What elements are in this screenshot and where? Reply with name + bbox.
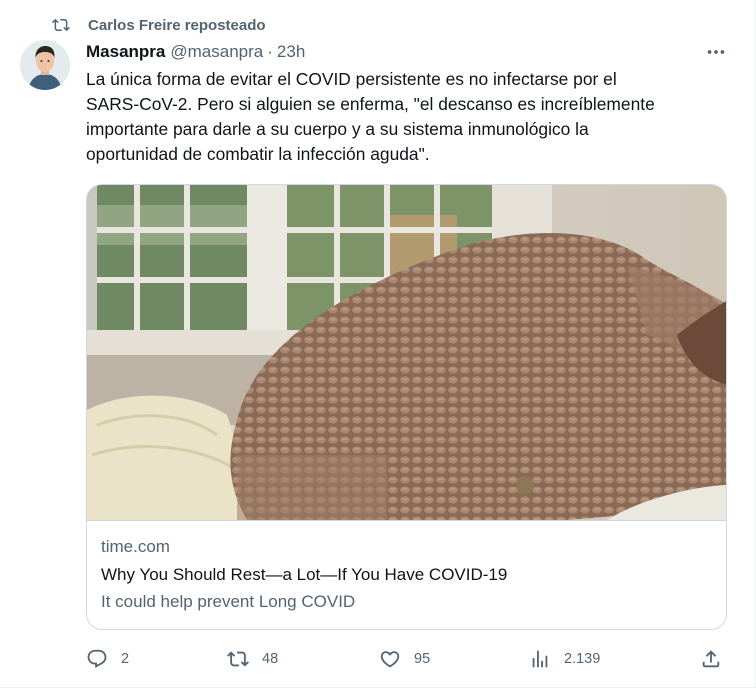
repost-label[interactable]: Carlos Freire reposteado bbox=[88, 17, 266, 34]
link-card[interactable]: time.com Why You Should Rest—a Lot—If Yo… bbox=[86, 184, 727, 630]
reply-icon bbox=[87, 649, 107, 668]
card-title[interactable]: Why You Should Rest—a Lot—If You Have CO… bbox=[101, 565, 507, 585]
avatar[interactable] bbox=[20, 40, 70, 90]
avatar-image bbox=[20, 40, 70, 90]
views-count: 2.139 bbox=[564, 651, 601, 667]
repost-button[interactable]: 48 bbox=[227, 646, 278, 672]
share-icon bbox=[702, 650, 720, 668]
share-button[interactable] bbox=[700, 646, 722, 672]
author-handle[interactable]: @masanpra bbox=[170, 42, 263, 62]
more-icon bbox=[707, 50, 725, 54]
repost-icon bbox=[52, 18, 70, 32]
tweet-text: La única forma de evitar el COVID persis… bbox=[86, 69, 655, 164]
repost-context[interactable]: Carlos Freire reposteado bbox=[52, 14, 266, 36]
separator-dot: · bbox=[267, 42, 273, 61]
views-icon bbox=[532, 650, 548, 668]
repost-icon bbox=[227, 651, 249, 667]
tweet-header: Masanpra @masanpra · 23h bbox=[86, 41, 305, 63]
card-separator bbox=[87, 520, 726, 521]
timestamp[interactable]: 23h bbox=[277, 42, 305, 62]
card-photo bbox=[87, 185, 726, 520]
like-button[interactable]: 95 bbox=[379, 646, 430, 672]
views-button[interactable]: 2.139 bbox=[529, 646, 600, 672]
reply-button[interactable]: 2 bbox=[86, 646, 129, 672]
action-bar: 2 48 95 2.139 bbox=[86, 646, 726, 672]
more-button[interactable] bbox=[702, 42, 730, 62]
reply-count: 2 bbox=[121, 651, 130, 667]
heart-icon bbox=[380, 651, 400, 668]
author-name[interactable]: Masanpra bbox=[86, 42, 165, 62]
repost-count: 48 bbox=[262, 651, 279, 667]
like-count: 95 bbox=[414, 651, 431, 667]
card-description: It could help prevent Long COVID bbox=[101, 592, 356, 611]
card-domain: time.com bbox=[101, 537, 170, 556]
tweet[interactable]: Carlos Freire reposteado Masanpra @masan… bbox=[0, 0, 756, 688]
card-image[interactable] bbox=[87, 185, 726, 520]
